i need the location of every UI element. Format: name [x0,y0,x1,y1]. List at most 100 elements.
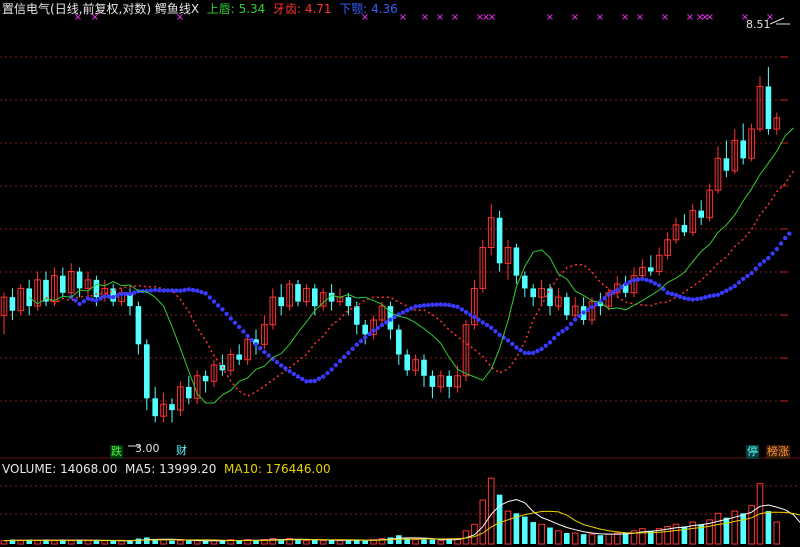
jaw-dot [115,293,120,298]
jaw-dot [245,333,250,339]
jaw-dot [77,301,82,307]
jaw-dot [342,354,347,360]
volume-header: VOLUME: 14068.00 MA5: 13999.20 MA10: 176… [2,461,331,477]
chart-mode: (日线,前复权,对数) [50,2,152,16]
jaw-dot [686,296,691,302]
candle-body [76,271,83,289]
jaw-dot [594,302,599,307]
jaw-dot [241,329,246,334]
jaw-dot [174,288,179,293]
jaw-dot [417,303,422,309]
high-price-label: 8.51 [746,18,771,31]
marker-symbol: × [636,12,644,23]
marker-symbol: × [451,12,459,23]
candle-body [278,297,284,307]
jaw-dot [787,231,792,236]
jaw-dot [316,376,322,381]
jaw-dot [518,348,523,353]
jaw-dot [329,367,334,372]
volume-value: 14068.00 [60,462,118,476]
jaw-dot [707,293,712,299]
jaw-dot [123,291,128,297]
candle-body [513,247,520,276]
jaw-dot [430,302,435,307]
jaw-dot [409,306,414,311]
volume-bar [210,540,218,545]
volume-bar [387,537,394,544]
jaw-dot [703,295,708,300]
teeth-label: 牙齿: [272,2,301,16]
volume-ma5-line [3,498,800,542]
candles [0,66,781,423]
volume-bar [312,539,318,544]
jaw-dot [602,296,607,301]
jaw-dot [291,371,296,377]
jaw-dot [556,331,561,337]
volume-bar [487,477,495,545]
jaw-dot [724,288,729,293]
jaw-dot [552,336,557,341]
volume-bar [193,540,201,545]
candle-body [404,354,410,371]
stock-name: 置信电气 [2,2,51,16]
tag-cai[interactable]: 财 [175,444,188,458]
jaw-dot [631,278,637,283]
marker-symbol: × [399,12,407,23]
jaw-dot [581,310,586,315]
jaw-dot [413,304,418,309]
jaw-dot [745,273,750,279]
jaw-dot [237,324,242,330]
jaw-dot [127,291,133,297]
teeth-value: 4.71 [304,2,332,16]
jaw-dot [564,326,569,331]
jaw-dot [451,303,456,309]
jaw-dot [615,287,620,293]
jaw-dot [447,302,452,308]
jaw-dot [153,287,158,293]
jaw-dot [111,295,116,300]
price-grid [0,56,800,459]
jaw-dot [211,299,217,304]
marker-symbol: × [421,12,429,23]
jaw-dot [640,276,645,282]
jaw-dot [157,288,162,293]
jaw-dot [732,283,737,289]
jaw-dot [279,363,284,368]
jaw-dot [337,358,343,364]
jaw-dot [526,350,532,356]
candle-body [740,140,746,159]
jaw-dot [514,345,519,350]
jaw-dot [434,302,439,307]
jaw-dot [442,302,448,307]
jaw-dot [102,294,108,299]
marker-symbol: × [661,12,669,23]
jaw-dot [459,307,464,312]
jaw-dot [165,288,170,293]
volume-bars [0,477,781,545]
tag-ting[interactable]: 停 [746,445,759,459]
jaw-dot [493,329,498,334]
chart-header: 置信电气(日线,前复权,对数) 鳄鱼线X 上唇: 5.34 牙齿: 4.71 下… [2,1,398,17]
tag-zhang[interactable]: 榜涨 [766,445,790,459]
candle-body [698,210,704,218]
jaw-dot [690,297,695,302]
candle-body [496,217,503,264]
tag-die[interactable]: 跌 [110,445,123,459]
low-price-label: 3.00 [135,442,160,455]
candle-body [354,306,360,325]
ma5-value: 13999.20 [159,462,217,476]
volume-bar [479,499,487,545]
volume-bar [236,540,242,544]
marker-symbol: × [621,12,629,23]
jaw-dot [543,343,548,348]
volume-bar [319,540,327,545]
jaw-dot [384,320,389,325]
candle-body [152,398,158,417]
candle-body [345,297,352,307]
volume-bar [93,540,100,544]
jaw-dot [363,335,368,340]
jaw-dot [652,281,658,286]
volume-bar [51,540,58,545]
candle-body [295,284,301,302]
candle-body [723,158,730,171]
